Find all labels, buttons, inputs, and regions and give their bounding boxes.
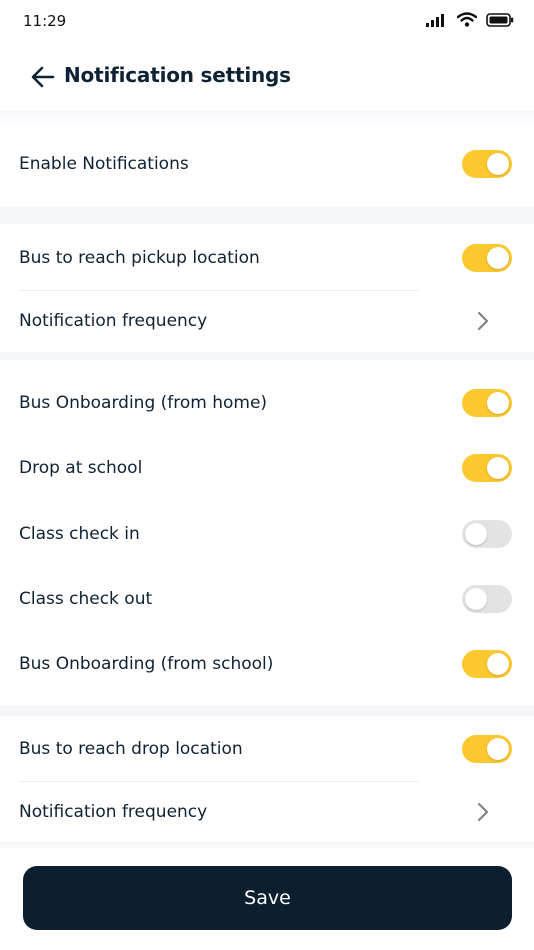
status-icons [426,12,514,27]
header-divider [0,110,534,128]
pickup-location-label: Bus to reach pickup location [19,248,260,268]
event-row-class-check-out: Class check out [0,569,534,629]
drop-frequency-label: Notification frequency [19,802,208,822]
back-button[interactable] [30,64,56,90]
toggle-knob [465,588,487,610]
class-check-out-toggle[interactable] [462,585,512,613]
event-label: Bus Onboarding (from school) [19,654,274,674]
toggle-knob [465,523,487,545]
footer-shadow [0,842,534,850]
pickup-location-row: Bus to reach pickup location [0,228,534,288]
toggle-knob [487,153,509,175]
arrow-left-icon [31,66,55,88]
event-row-bus-onboarding-home: Bus Onboarding (from home) [0,373,534,433]
section-divider [0,706,534,716]
status-time: 11:29 [23,12,67,30]
bus-onboarding-school-toggle[interactable] [462,650,512,678]
wifi-icon [457,12,477,27]
pickup-frequency-row[interactable]: Notification frequency [0,291,534,351]
signal-icon [426,13,444,27]
pickup-frequency-label: Notification frequency [19,311,208,331]
section-divider [0,352,534,360]
class-check-in-toggle[interactable] [462,520,512,548]
section-divider [0,206,534,224]
enable-notifications-toggle[interactable] [462,150,512,178]
drop-location-row: Bus to reach drop location [0,719,534,779]
drop-location-toggle[interactable] [462,735,512,763]
event-row-bus-onboarding-school: Bus Onboarding (from school) [0,634,534,694]
bus-onboarding-home-toggle[interactable] [462,389,512,417]
enable-notifications-row: Enable Notifications [0,134,534,194]
event-label: Class check out [19,589,153,609]
app-header: Notification settings [0,44,534,110]
battery-icon [486,12,514,27]
toggle-knob [487,392,509,414]
chevron-right-icon [478,312,488,330]
enable-notifications-label: Enable Notifications [19,154,189,174]
pickup-location-toggle[interactable] [462,244,512,272]
toggle-knob [487,738,509,760]
chevron-right-icon [478,803,488,821]
event-label: Class check in [19,524,140,544]
page-title: Notification settings [64,63,291,87]
drop-frequency-row[interactable]: Notification frequency [0,782,534,842]
toggle-knob [487,653,509,675]
event-row-class-check-in: Class check in [0,504,534,564]
event-label: Bus Onboarding (from home) [19,393,268,413]
drop-at-school-toggle[interactable] [462,454,512,482]
toggle-knob [487,247,509,269]
drop-location-label: Bus to reach drop location [19,739,243,759]
toggle-knob [487,457,509,479]
event-label: Drop at school [19,458,143,478]
status-bar: 11:29 [0,0,534,44]
event-row-drop-at-school: Drop at school [0,438,534,498]
save-button[interactable]: Save [23,866,512,930]
